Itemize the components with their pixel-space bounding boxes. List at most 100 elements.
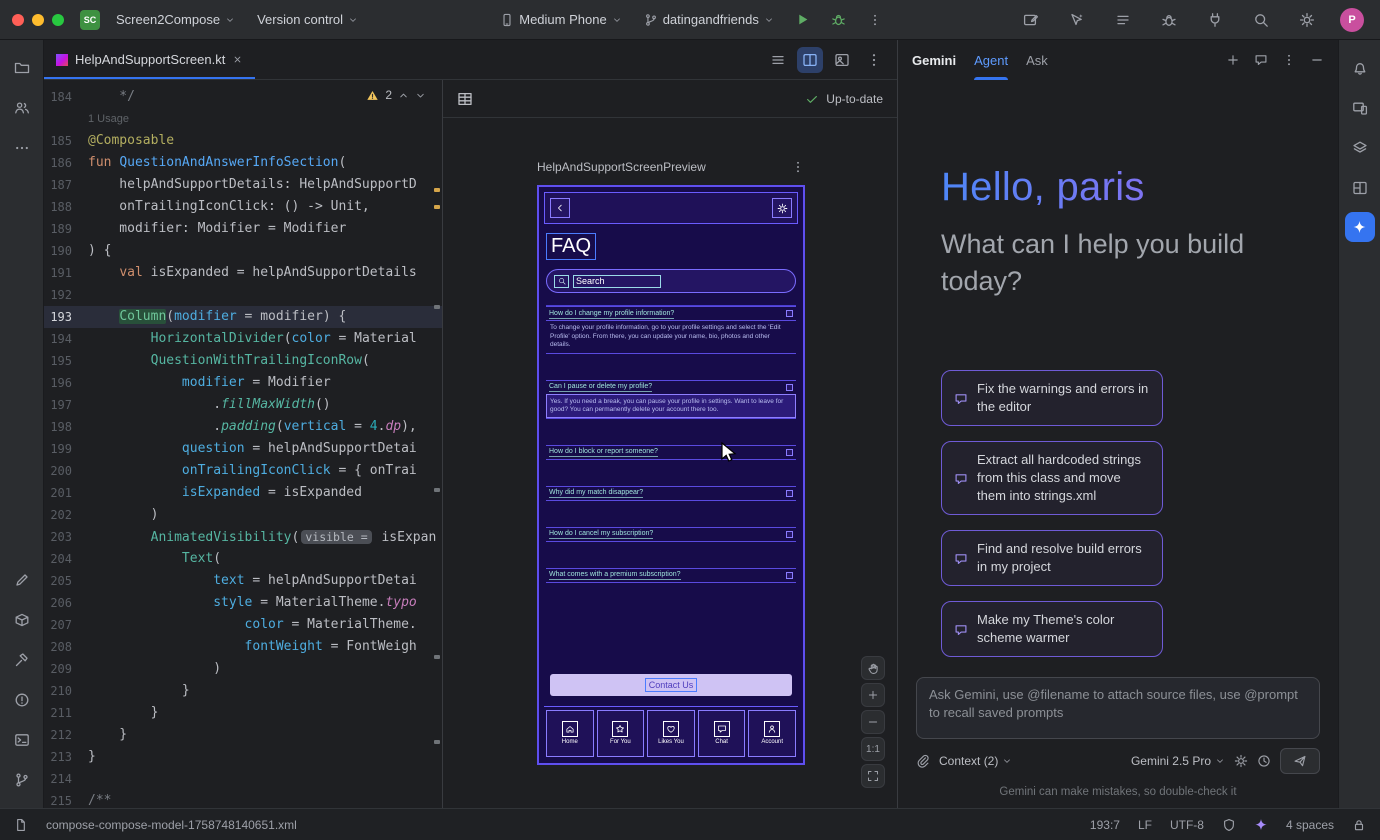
code-line[interactable]: 194 HorizontalDivider(color = Material <box>44 328 442 350</box>
editor-options-button[interactable] <box>861 47 887 73</box>
warning-stripe-mark[interactable] <box>434 205 440 209</box>
code-line[interactable]: 201 isExpanded = isExpanded <box>44 482 442 504</box>
code-line[interactable]: 205 text = helpAndSupportDetai <box>44 570 442 592</box>
zoom-reset-button[interactable]: 1:1 <box>861 737 885 761</box>
run-button[interactable] <box>790 7 816 33</box>
stripe-mark[interactable] <box>434 305 440 309</box>
packages-button[interactable] <box>6 604 38 636</box>
code-line[interactable]: 192 <box>44 284 442 306</box>
close-tab-icon[interactable] <box>232 54 243 65</box>
running-devices-button[interactable] <box>1344 92 1376 124</box>
design-mode-button[interactable] <box>829 47 855 73</box>
indent-config[interactable]: 4 spaces <box>1286 818 1334 832</box>
code-line[interactable]: 187 helpAndSupportDetails: HelpAndSuppor… <box>44 174 442 196</box>
plugins-button[interactable] <box>1202 7 1228 33</box>
stripe-mark[interactable] <box>434 488 440 492</box>
run-configuration-selector[interactable]: datingandfriends <box>638 8 780 31</box>
editor-menu-button[interactable] <box>765 47 791 73</box>
compose-preview-phone[interactable]: FAQ Search How do I change my profile in… <box>537 185 805 765</box>
code-line[interactable]: 203 AnimatedVisibility(visible = isExpan <box>44 526 442 548</box>
app-inspection-button[interactable] <box>1344 172 1376 204</box>
caret-position[interactable]: 193:7 <box>1090 818 1120 832</box>
context-dropdown[interactable]: Context (2) <box>939 754 1012 768</box>
suggestion-card[interactable]: Make my Theme's color scheme warmer <box>941 601 1163 657</box>
search-everywhere-button[interactable] <box>1248 7 1274 33</box>
code-line[interactable]: 199 question = helpAndSupportDetai <box>44 438 442 460</box>
code-editor[interactable]: 184 */1 Usage185@Composable186fun Questi… <box>44 80 442 808</box>
code-line[interactable]: 204 Text( <box>44 548 442 570</box>
preview-canvas[interactable]: HelpAndSupportScreenPreview FAQ <box>443 118 897 808</box>
new-chat-icon[interactable] <box>1226 53 1240 67</box>
preview-layout-icon[interactable] <box>457 91 473 107</box>
code-line[interactable]: 193 Column(modifier = modifier) { <box>44 306 442 328</box>
code-line[interactable]: 1 Usage <box>44 108 442 130</box>
tab-ask[interactable]: Ask <box>1026 40 1048 80</box>
code-line[interactable]: 211 } <box>44 702 442 724</box>
notifications-button[interactable] <box>1344 52 1376 84</box>
code-line[interactable]: 207 color = MaterialTheme. <box>44 614 442 636</box>
pen-tool-button[interactable] <box>6 564 38 596</box>
build-button[interactable] <box>6 644 38 676</box>
code-line[interactable]: 195 QuestionWithTrailingIconRow( <box>44 350 442 372</box>
code-line[interactable]: 190) { <box>44 240 442 262</box>
zoom-to-fit-button[interactable] <box>861 764 885 788</box>
code-line[interactable]: 188 onTrailingIconClick: () -> Unit, <box>44 196 442 218</box>
zoom-in-button[interactable] <box>861 683 885 707</box>
hide-panel-icon[interactable] <box>1310 53 1324 67</box>
send-button[interactable] <box>1280 748 1320 774</box>
code-line[interactable]: 198 .padding(vertical = 4.dp), <box>44 416 442 438</box>
code-line[interactable]: 202 ) <box>44 504 442 526</box>
conversations-icon[interactable] <box>1254 53 1268 67</box>
code-inspection-button[interactable] <box>1156 7 1182 33</box>
debug-button[interactable] <box>826 7 852 33</box>
next-issue-icon[interactable] <box>415 90 426 101</box>
settings-button[interactable] <box>1294 7 1320 33</box>
suggestion-card[interactable]: Fix the warnings and errors in the edito… <box>941 370 1163 426</box>
line-separator[interactable]: LF <box>1138 818 1152 832</box>
ai-actions-button[interactable] <box>1064 7 1090 33</box>
shield-icon[interactable] <box>1222 818 1236 832</box>
code-line[interactable]: 213} <box>44 746 442 768</box>
code-line[interactable]: 214 <box>44 768 442 790</box>
editor-tab[interactable]: HelpAndSupportScreen.kt <box>44 40 255 79</box>
code-line[interactable]: 185@Composable <box>44 130 442 152</box>
terminal-button[interactable] <box>6 724 38 756</box>
code-line[interactable]: 210 } <box>44 680 442 702</box>
gemini-prompt-input[interactable]: Ask Gemini, use @filename to attach sour… <box>916 677 1320 739</box>
attach-icon[interactable] <box>916 754 930 768</box>
zoom-window-button[interactable] <box>52 14 64 26</box>
stripe-mark[interactable] <box>434 655 440 659</box>
lock-icon[interactable] <box>1352 818 1366 832</box>
statusbar-filename[interactable]: compose-compose-model-1758748140651.xml <box>46 818 297 832</box>
structure-toolwindow-button[interactable] <box>6 92 38 124</box>
error-stripe[interactable] <box>432 80 442 808</box>
suggestion-card[interactable]: Find and resolve build errors in my proj… <box>941 530 1163 586</box>
inspections-widget[interactable]: 2 <box>366 88 426 102</box>
code-line[interactable]: 191 val isExpanded = helpAndSupportDetai… <box>44 262 442 284</box>
previous-issue-icon[interactable] <box>398 90 409 101</box>
version-control-menu[interactable]: Version control <box>251 8 364 31</box>
warning-stripe-mark[interactable] <box>434 188 440 192</box>
device-mirroring-button[interactable] <box>1018 7 1044 33</box>
minimize-window-button[interactable] <box>32 14 44 26</box>
zoom-out-button[interactable] <box>861 710 885 734</box>
file-encoding[interactable]: UTF-8 <box>1170 818 1204 832</box>
gemini-status-icon[interactable] <box>1254 818 1268 832</box>
project-toolwindow-button[interactable] <box>6 52 38 84</box>
preview-menu-icon[interactable] <box>791 160 805 174</box>
device-selector[interactable]: Medium Phone <box>494 8 627 31</box>
code-line[interactable]: 196 modifier = Modifier <box>44 372 442 394</box>
code-line[interactable]: 197 .fillMaxWidth() <box>44 394 442 416</box>
code-line[interactable]: 212 } <box>44 724 442 746</box>
task-list-button[interactable] <box>1110 7 1136 33</box>
code-line[interactable]: 189 modifier: Modifier = Modifier <box>44 218 442 240</box>
version-control-button[interactable] <box>6 764 38 796</box>
more-run-actions-button[interactable] <box>862 7 888 33</box>
project-menu[interactable]: Screen2Compose <box>110 8 241 31</box>
code-line[interactable]: 200 onTrailingIconClick = { onTrai <box>44 460 442 482</box>
code-line[interactable]: 215/** <box>44 790 442 808</box>
suggestion-card[interactable]: Extract all hardcoded strings from this … <box>941 441 1163 515</box>
code-line[interactable]: 208 fontWeight = FontWeigh <box>44 636 442 658</box>
code-line[interactable]: 206 style = MaterialTheme.typo <box>44 592 442 614</box>
code-line[interactable]: 186fun QuestionAndAnswerInfoSection( <box>44 152 442 174</box>
